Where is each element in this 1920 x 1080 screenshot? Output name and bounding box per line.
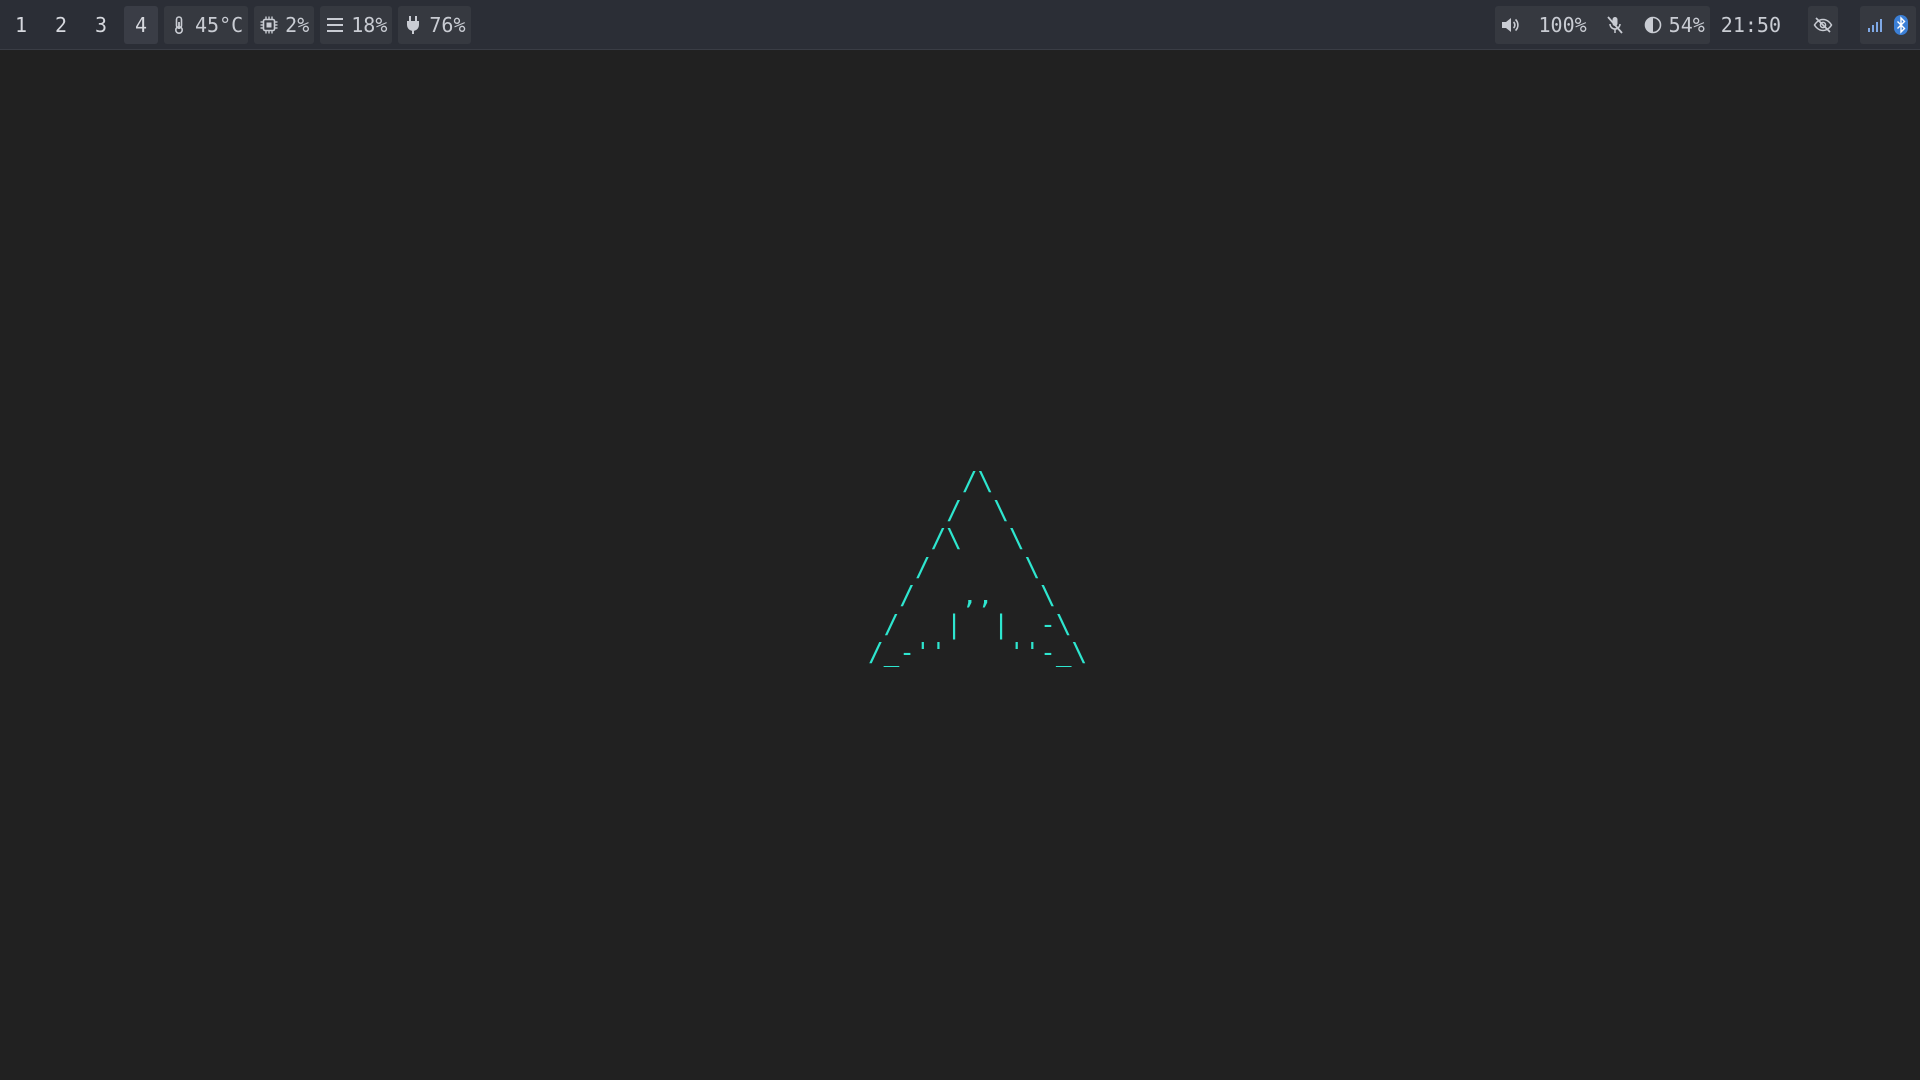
temperature-value: 45°C: [195, 12, 244, 37]
workspace-1-button[interactable]: 1: [4, 6, 38, 44]
cpu-module[interactable]: 2%: [254, 5, 315, 44]
memory-module[interactable]: 18%: [320, 5, 393, 44]
microphone-muted-icon[interactable]: [1605, 15, 1625, 35]
battery-module[interactable]: 76%: [398, 5, 471, 44]
cpu-value: 2%: [285, 12, 310, 37]
arch-ascii-logo: /\ / \ /\ \ / \ / ,, \ / | | -\ /_-'' ''…: [868, 467, 1088, 668]
workspace-2-button[interactable]: 2: [44, 6, 78, 44]
battery-value: 76%: [429, 12, 466, 37]
volume-value: 100%: [1538, 12, 1587, 37]
thermometer-icon: [169, 15, 189, 35]
audio-module[interactable]: 100% 54%: [1495, 5, 1710, 44]
bar-left-section: 1 2 3 4 45°C 2% 18% 76%: [4, 0, 471, 49]
clock-module[interactable]: 21:50: [1716, 6, 1786, 44]
bluetooth-icon[interactable]: [1891, 14, 1911, 35]
eye-slash-icon: [1813, 15, 1833, 35]
bar-right-section: 100% 54% 21:50: [1495, 0, 1916, 49]
clock-time: 21:50: [1720, 12, 1781, 37]
power-plug-icon: [403, 15, 423, 35]
signal-bars-icon[interactable]: [1865, 15, 1885, 35]
brightness-half-icon: [1643, 15, 1663, 35]
desktop-area: /\ / \ /\ \ / \ / ,, \ / | | -\ /_-'' ''…: [0, 50, 1920, 1080]
speaker-icon: [1500, 15, 1520, 35]
cpu-chip-icon: [259, 15, 279, 35]
memory-value: 18%: [351, 12, 388, 37]
workspace-3-button[interactable]: 3: [84, 6, 118, 44]
privacy-module[interactable]: [1808, 5, 1838, 44]
brightness-value: 54%: [1668, 12, 1705, 37]
memory-lines-icon: [325, 15, 345, 35]
tray-module: [1860, 5, 1916, 44]
top-status-bar: 1 2 3 4 45°C 2% 18% 76% 100% 54% 21:50: [0, 0, 1920, 50]
temperature-module[interactable]: 45°C: [164, 5, 249, 44]
workspace-4-button[interactable]: 4: [124, 5, 158, 44]
